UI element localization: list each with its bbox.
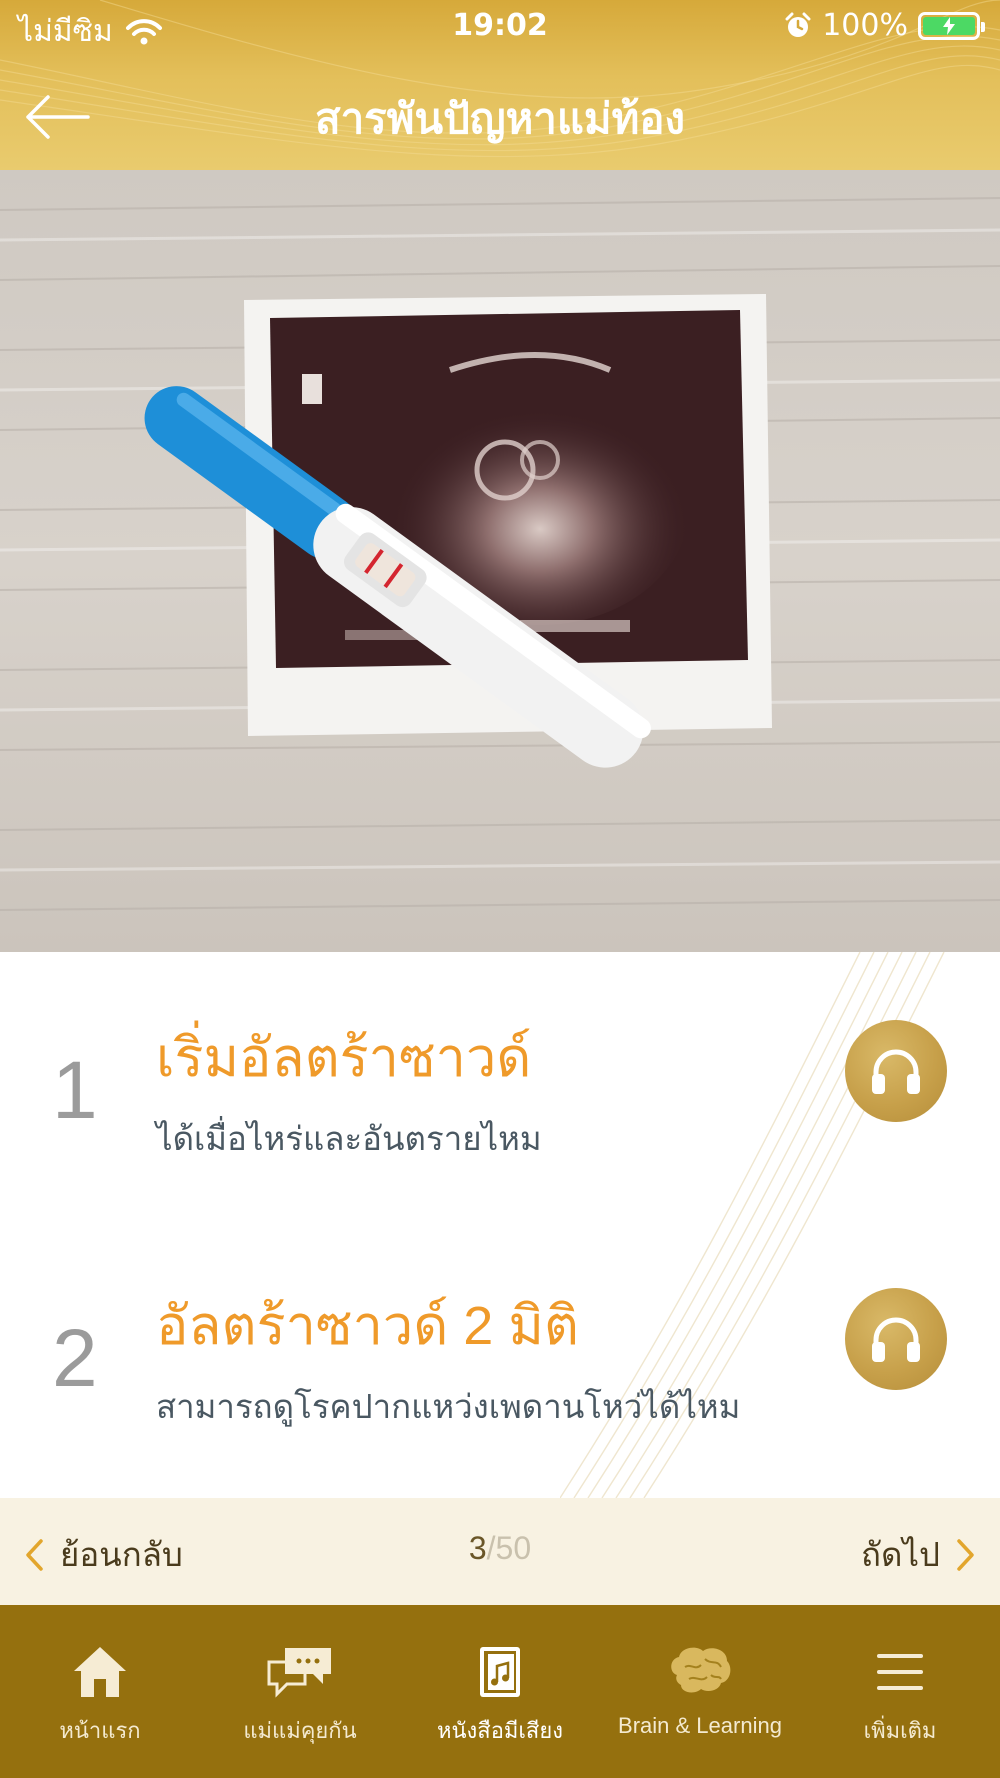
tab-audio-book[interactable]: หนังสือมีเสียง xyxy=(400,1605,600,1778)
pagination-bar: ย้อนกลับ 3/50 ถัดไป xyxy=(0,1498,1000,1605)
list-item[interactable]: 2 อัลตร้าซาวด์ 2 มิติ สามารถดูโรคปากแหว่… xyxy=(0,1220,1000,1425)
chat-icon xyxy=(267,1648,331,1698)
chevron-right-icon xyxy=(957,1538,974,1571)
bottom-tab-bar: หน้าแรก แม่แม่คุยกัน หนังสือมีเสียง Brai… xyxy=(0,1605,1000,1778)
tab-more[interactable]: เพิ่มเติม xyxy=(800,1605,1000,1778)
hero-image xyxy=(0,170,1000,952)
battery-percent: 100% xyxy=(822,8,908,43)
battery-status: 100% xyxy=(784,8,985,43)
status-bar: ไม่มีซิม 19:02 100% xyxy=(0,0,1000,54)
home-icon xyxy=(74,1647,126,1697)
next-label: ถัดไป xyxy=(861,1536,940,1573)
item-title[interactable]: อัลตร้าซาวด์ 2 มิติ xyxy=(156,1282,579,1368)
list-item[interactable]: 1 เริ่มอัลตร้าซาวด์ ได้เมื่อไหร่และอันตร… xyxy=(0,952,1000,1157)
tab-label: หน้าแรก xyxy=(59,1718,141,1743)
item-subtitle: ได้เมื่อไหร่และอันตรายไหม xyxy=(156,1120,542,1157)
tab-label: แม่แม่คุยกัน xyxy=(243,1718,357,1743)
item-title[interactable]: เริ่มอัลตร้าซาวด์ xyxy=(156,1014,531,1100)
item-number: 2 xyxy=(52,1313,98,1404)
tab-label: Brain & Learning xyxy=(618,1713,782,1738)
tab-brain-learning[interactable]: Brain & Learning xyxy=(600,1605,800,1778)
item-number: 1 xyxy=(52,1045,98,1136)
tab-label: เพิ่มเติม xyxy=(863,1718,937,1743)
charging-bolt-icon xyxy=(943,16,955,35)
tab-home[interactable]: หน้าแรก xyxy=(0,1605,200,1778)
brain-icon xyxy=(671,1647,731,1693)
total-pages: /50 xyxy=(486,1530,532,1566)
page-title: สารพันปัญหาแม่ท้อง xyxy=(314,94,686,143)
menu-icon xyxy=(877,1654,923,1690)
page-counter: 3/50 xyxy=(0,1530,1000,1567)
tab-label: หนังสือมีเสียง xyxy=(436,1718,563,1743)
headphones-icon xyxy=(872,1049,920,1094)
current-page: 3 xyxy=(468,1530,487,1566)
headphones-icon xyxy=(872,1317,920,1362)
item-subtitle: สามารถดูโรคปากแหว่งเพดานโหว่ได้ไหม xyxy=(156,1388,741,1425)
audio-book-icon xyxy=(480,1647,520,1697)
next-button[interactable]: ถัดไป xyxy=(861,1528,976,1581)
battery-icon xyxy=(918,11,985,40)
ultrasound-photo-illustration xyxy=(0,170,1000,952)
article-list: 1 เริ่มอัลตร้าซาวด์ ได้เมื่อไหร่และอันตร… xyxy=(0,952,1000,1498)
alarm-icon xyxy=(785,12,811,37)
app-header: ไม่มีซิม 19:02 100% สารพันปัญหาแม่ท้อง xyxy=(0,0,1000,170)
tab-chat[interactable]: แม่แม่คุยกัน xyxy=(200,1605,400,1778)
listen-button[interactable] xyxy=(845,1020,947,1122)
listen-button[interactable] xyxy=(845,1288,947,1390)
